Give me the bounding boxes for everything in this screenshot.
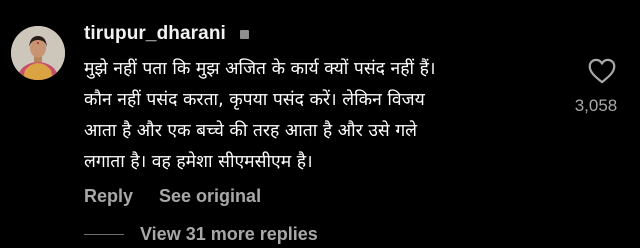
avatar-image (11, 26, 65, 80)
view-more-replies-button[interactable]: View 31 more replies (140, 224, 318, 245)
reply-button[interactable]: Reply (84, 186, 133, 207)
comment-text: मुझे नहीं पता कि मुझ अजित के कार्य क्यों… (84, 54, 554, 178)
comment-text-line: मुझे नहीं पता कि मुझ अजित के कार्य क्यों… (84, 59, 436, 79)
username[interactable]: tirupur_dharani (84, 23, 226, 45)
comment-text-line: लगाता है। वह हमेशा सीएमसीएम है। (84, 152, 313, 172)
see-original-button[interactable]: See original (159, 186, 261, 207)
square-dot-icon (239, 29, 249, 39)
comment: tirupur_dharani मुझे नहीं पता कि मुझ अजि… (0, 0, 640, 248)
like-count: 3,058 (574, 96, 618, 115)
heart-outline-icon[interactable] (588, 58, 616, 84)
comment-header: tirupur_dharani (84, 22, 249, 46)
like-section: 3,058 (560, 58, 632, 116)
replies-divider (84, 233, 124, 235)
avatar[interactable] (11, 26, 65, 80)
view-replies-row: View 31 more replies (84, 222, 318, 246)
comment-text-line: कौन नहीं पसंद करता, कृपया पसंद करें। लेक… (84, 90, 425, 110)
comment-actions: Reply See original (84, 184, 261, 208)
comment-text-line: आता है और एक बच्चे की तरह आता है और उसे … (84, 121, 418, 141)
